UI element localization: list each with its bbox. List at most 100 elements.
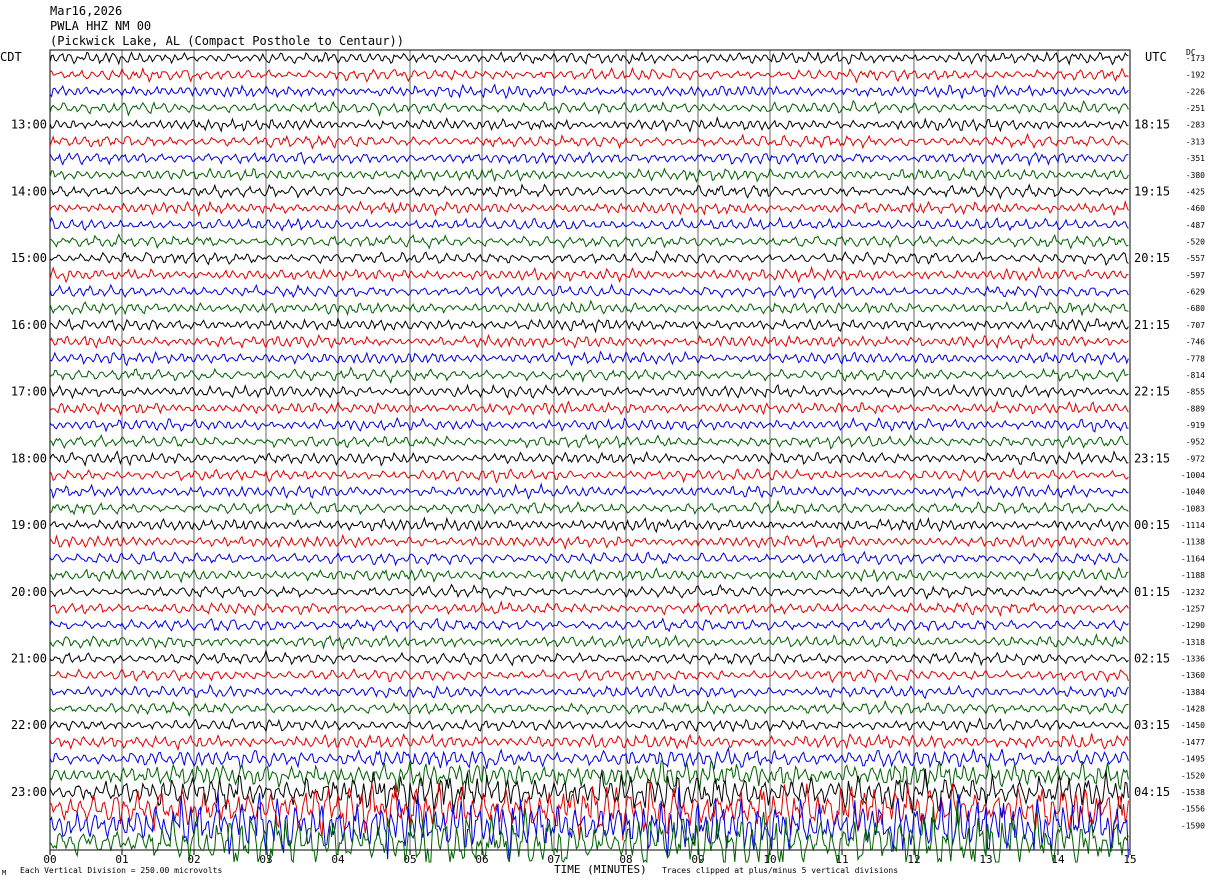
clip-note: Traces clipped at plus/minus 5 vertical … (662, 866, 899, 875)
seismic-trace (49, 132, 1129, 150)
dc-offset-label: -1538 (1181, 788, 1205, 797)
dc-offset-label: -597 (1186, 271, 1205, 280)
left-hour-label: 20:00 (11, 585, 47, 599)
dc-offset-label: -1188 (1181, 571, 1205, 580)
dc-offset-label: -1450 (1181, 721, 1205, 730)
dc-offset-label: -1360 (1181, 671, 1205, 680)
dc-offset-label: -1336 (1181, 655, 1205, 664)
right-hour-label: 19:15 (1134, 184, 1170, 198)
dc-offset-label: -192 (1186, 71, 1205, 80)
dc-offset-label: -680 (1186, 304, 1205, 313)
dc-offset-label: -1290 (1181, 621, 1205, 630)
dc-offset-label: -1257 (1181, 604, 1205, 613)
dc-offset-label: -173 (1186, 54, 1205, 63)
seismic-trace (49, 533, 1129, 551)
dc-offset-label: -283 (1186, 121, 1205, 130)
right-hour-label: 18:15 (1134, 118, 1170, 132)
left-hour-label: 19:00 (11, 518, 47, 532)
x-tick-label: 15 (1123, 853, 1136, 866)
seismic-trace (49, 746, 1129, 771)
dc-offset-label: -746 (1186, 338, 1205, 347)
right-hour-label: 00:15 (1134, 518, 1170, 532)
dc-offset-label: -1138 (1181, 538, 1205, 547)
seismic-trace (49, 566, 1129, 584)
seismic-trace (49, 66, 1129, 84)
left-hour-label: 15:00 (11, 251, 47, 265)
seismic-trace (49, 717, 1129, 734)
seismic-trace (49, 265, 1129, 284)
seismic-trace (49, 450, 1129, 467)
seismic-trace (49, 699, 1129, 718)
x-tick-label: 00 (43, 853, 56, 866)
dc-offset-label: -1428 (1181, 705, 1205, 714)
seismic-trace (49, 233, 1129, 250)
seismic-trace (49, 383, 1129, 400)
left-hour-label: 23:00 (11, 785, 47, 799)
dc-offset-label: -1495 (1181, 755, 1205, 764)
seismic-trace (49, 668, 1129, 684)
seismic-trace (49, 316, 1129, 334)
seismic-trace (49, 350, 1129, 367)
seismic-trace (49, 433, 1129, 450)
dc-offset-label: -889 (1186, 404, 1205, 413)
seismic-trace (49, 299, 1129, 317)
left-hour-label: 13:00 (11, 118, 47, 132)
seismic-trace (49, 648, 1129, 667)
seismic-trace (49, 366, 1129, 385)
seismic-trace (49, 633, 1129, 651)
x-axis-label: TIME (MINUTES) (554, 863, 647, 876)
seismic-trace (49, 499, 1129, 516)
dc-offset-label: -814 (1186, 371, 1205, 380)
x-tick-label: 10 (763, 853, 776, 866)
seismic-trace (49, 416, 1129, 433)
right-hour-label: 23:15 (1134, 451, 1170, 465)
seismic-trace (49, 199, 1129, 218)
right-hour-label: 02:15 (1134, 652, 1170, 666)
dc-offset-label: -1318 (1181, 638, 1205, 647)
seismic-trace (49, 482, 1129, 500)
dc-offset-label: -1232 (1181, 588, 1205, 597)
seismic-trace (49, 466, 1129, 484)
dc-offset-label: -380 (1186, 171, 1205, 180)
dc-offset-label: -1004 (1181, 471, 1205, 480)
seismic-trace (49, 183, 1129, 200)
seismic-trace (49, 683, 1129, 700)
dc-offset-label: -1590 (1181, 821, 1205, 830)
right-hour-label: 22:15 (1134, 385, 1170, 399)
dc-offset-label: -557 (1186, 254, 1205, 263)
seismic-trace (49, 151, 1129, 167)
scale-note: Each Vertical Division = 250.00 microvol… (20, 866, 223, 875)
dc-offset-label: -487 (1186, 221, 1205, 230)
right-hour-label: 04:15 (1134, 785, 1170, 799)
dc-offset-label: -778 (1186, 354, 1205, 363)
dc-offset-label: -1083 (1181, 504, 1205, 513)
seismic-trace (49, 617, 1129, 633)
seismic-trace (49, 400, 1129, 417)
seismic-trace (49, 166, 1129, 183)
left-hour-label: 14:00 (11, 184, 47, 198)
helicorder-plot: 00 01 02 03 04 05 06 07 08 09 10 11 12 13 14 15-173-192… (11, 49, 1205, 866)
left-hour-label: 16:00 (11, 318, 47, 332)
dc-offset-label: -1556 (1181, 805, 1205, 814)
seismic-trace (49, 283, 1129, 300)
dc-offset-label: -707 (1186, 321, 1205, 330)
left-hour-label: 22:00 (11, 718, 47, 732)
right-hour-label: 01:15 (1134, 585, 1170, 599)
dc-offset-label: -1520 (1181, 771, 1205, 780)
corner-mark: M (2, 869, 7, 877)
seismic-trace (49, 99, 1129, 117)
seismic-trace (49, 550, 1129, 567)
seismic-trace (49, 115, 1129, 133)
dc-offset-label: -460 (1186, 204, 1205, 213)
dc-offset-label: -1477 (1181, 738, 1205, 747)
seismic-trace (49, 216, 1129, 232)
dc-offset-label: -351 (1186, 154, 1205, 163)
x-tick-label: 06 (475, 853, 488, 866)
left-hour-label: 17:00 (11, 385, 47, 399)
left-hour-label: 21:00 (11, 652, 47, 666)
seismic-trace (49, 250, 1129, 267)
dc-offset-label: -1040 (1181, 488, 1205, 497)
seismic-trace (49, 83, 1129, 100)
dc-offset-label: -520 (1186, 237, 1205, 246)
dc-offset-label: -1164 (1181, 554, 1205, 563)
